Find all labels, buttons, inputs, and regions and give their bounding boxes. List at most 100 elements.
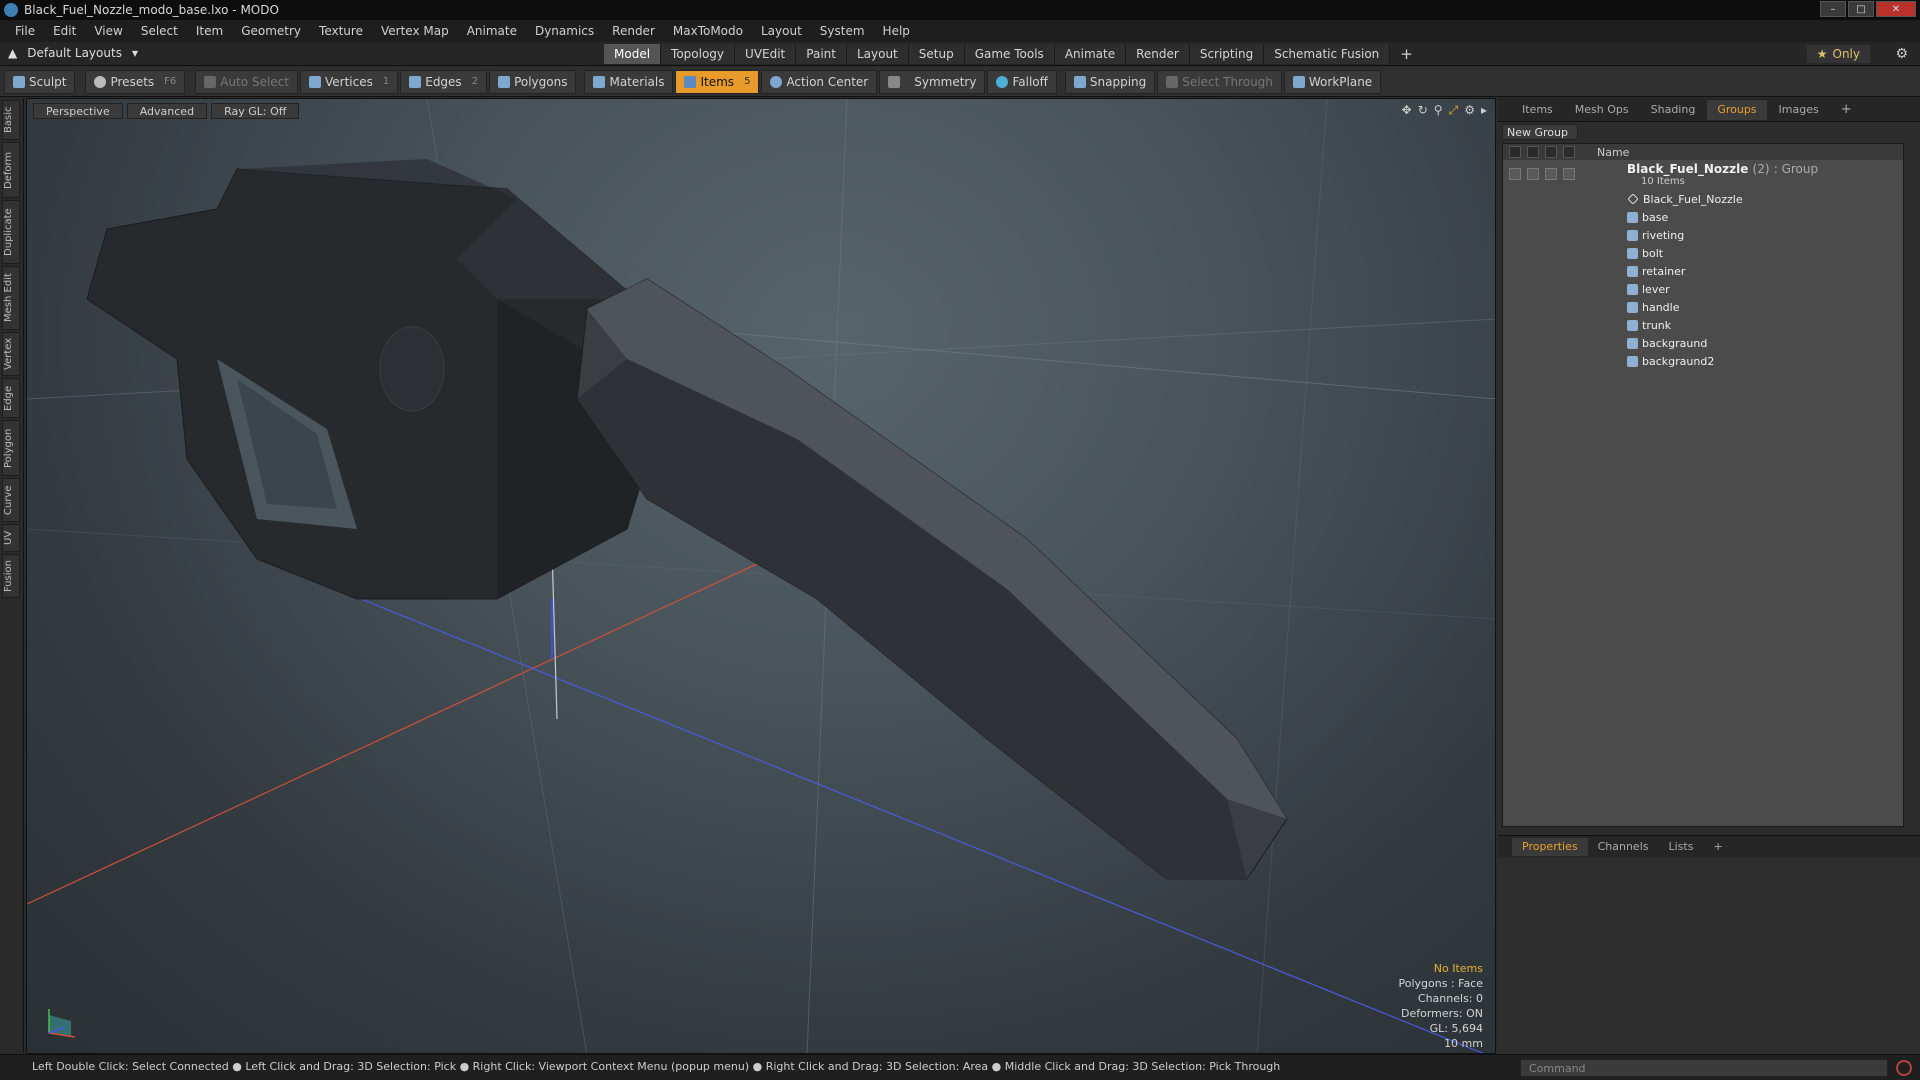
left-tab-mesh-edit[interactable]: Mesh Edit [2, 266, 20, 330]
panel-tab-items[interactable]: Items [1512, 100, 1563, 120]
select-through-button[interactable]: Select Through [1157, 69, 1282, 94]
list-item[interactable]: riveting [1503, 226, 1903, 244]
materials-button[interactable]: Materials [584, 69, 674, 94]
items-button[interactable]: Items 5 [675, 69, 760, 94]
panel-tab-groups[interactable]: Groups [1707, 99, 1767, 120]
menu-edit[interactable]: Edit [44, 24, 85, 38]
select-toggle[interactable] [1563, 168, 1575, 180]
menu-view[interactable]: View [85, 24, 131, 38]
props-tab-properties[interactable]: Properties [1512, 837, 1588, 856]
presets-button[interactable]: Presets F6 [85, 69, 186, 94]
viewport-settings-icon[interactable]: ⚙ [1464, 103, 1475, 118]
left-tab-vertex[interactable]: Vertex [2, 332, 20, 376]
menu-file[interactable]: File [6, 24, 44, 38]
tab-topology[interactable]: Topology [661, 44, 736, 64]
list-item[interactable]: bolt [1503, 244, 1903, 262]
group-row[interactable]: Black_Fuel_Nozzle (2) : Group 10 Items [1503, 160, 1903, 190]
close-button[interactable]: ✕ [1876, 1, 1916, 17]
render-toggle[interactable] [1527, 168, 1539, 180]
vertices-button[interactable]: Vertices 1 [299, 69, 399, 94]
props-tab-channels[interactable]: Channels [1588, 838, 1659, 856]
tab-setup[interactable]: Setup [908, 44, 965, 64]
tab-scripting[interactable]: Scripting [1189, 44, 1265, 64]
falloff-button[interactable]: Falloff [987, 69, 1057, 94]
left-tab-curve[interactable]: Curve [2, 478, 20, 522]
new-group-button[interactable]: New Group [1502, 124, 1578, 140]
3d-viewport[interactable]: Perspective Advanced Ray GL: Off ✥ ↻ ⚲ ⤢… [26, 98, 1496, 1054]
command-input[interactable]: Command [1520, 1059, 1888, 1077]
shading-mode-dropdown[interactable]: Advanced [126, 103, 208, 119]
menu-geometry[interactable]: Geometry [232, 24, 310, 38]
menu-vertex-map[interactable]: Vertex Map [372, 24, 458, 38]
list-item[interactable]: retainer [1503, 262, 1903, 280]
menu-dynamics[interactable]: Dynamics [526, 24, 603, 38]
menu-render[interactable]: Render [603, 24, 664, 38]
panel-tab-mesh-ops[interactable]: Mesh Ops [1565, 100, 1639, 120]
auto-select-button[interactable]: Auto Select [195, 69, 298, 94]
panel-tab-images[interactable]: Images [1769, 100, 1829, 120]
tab-schematic-fusion[interactable]: Schematic Fusion [1264, 44, 1391, 64]
select-icon[interactable] [1563, 146, 1575, 158]
left-tab-uv[interactable]: UV [2, 524, 20, 552]
add-tab-icon[interactable]: + [1390, 44, 1423, 64]
lock-toggle[interactable] [1545, 168, 1557, 180]
add-panel-tab-icon[interactable]: + [1831, 100, 1862, 120]
menu-select[interactable]: Select [132, 24, 187, 38]
list-item[interactable]: lever [1503, 280, 1903, 298]
tab-render[interactable]: Render [1126, 44, 1190, 64]
menu-item[interactable]: Item [187, 24, 232, 38]
list-item[interactable]: trunk [1503, 316, 1903, 334]
add-props-tab-icon[interactable]: + [1703, 838, 1732, 856]
move-view-icon[interactable]: ✥ [1402, 103, 1412, 118]
tab-animate[interactable]: Animate [1054, 44, 1127, 64]
raygl-toggle[interactable]: Ray GL: Off [211, 103, 300, 119]
maximize-button[interactable]: □ [1848, 1, 1874, 17]
left-tab-deform[interactable]: Deform [2, 142, 20, 198]
workplane-button[interactable]: WorkPlane [1283, 69, 1382, 94]
left-tab-polygon[interactable]: Polygon [2, 420, 20, 476]
eye-toggle[interactable] [1509, 168, 1521, 180]
list-item[interactable]: backgraund2 [1503, 352, 1903, 370]
menu-animate[interactable]: Animate [458, 24, 526, 38]
minimize-button[interactable]: – [1820, 1, 1846, 17]
list-item[interactable]: Black_Fuel_Nozzle [1503, 190, 1903, 208]
list-item[interactable]: base [1503, 208, 1903, 226]
eye-icon[interactable] [1509, 146, 1521, 158]
left-tab-fusion[interactable]: Fusion [2, 554, 20, 598]
panel-tab-shading[interactable]: Shading [1641, 100, 1706, 120]
edges-button[interactable]: Edges 2 [400, 69, 488, 94]
name-column-header[interactable]: Name [1593, 146, 1629, 159]
menu-layout[interactable]: Layout [752, 24, 811, 38]
polygons-button[interactable]: Polygons [489, 69, 577, 94]
menu-system[interactable]: System [811, 24, 874, 38]
gear-icon[interactable]: ⚙ [1895, 46, 1908, 62]
layout-selector[interactable]: ▲ Default Layouts ▾ [8, 46, 138, 60]
groups-list[interactable]: Name Black_Fuel_Nozzle (2) : Group 10 It… [1502, 143, 1904, 827]
list-item[interactable]: handle [1503, 298, 1903, 316]
tab-game-tools[interactable]: Game Tools [964, 44, 1055, 64]
left-tab-basic[interactable]: Basic [2, 100, 20, 140]
tab-uvedit[interactable]: UVEdit [735, 44, 797, 64]
viewport-menu-icon[interactable]: ▸ [1481, 103, 1487, 118]
menu-help[interactable]: Help [874, 24, 919, 38]
lock-icon[interactable] [1545, 146, 1557, 158]
sculpt-button[interactable]: Sculpt [4, 69, 76, 94]
symmetry-button[interactable]: Symmetry [879, 69, 986, 94]
tab-layout[interactable]: Layout [846, 44, 909, 64]
snapping-button[interactable]: Snapping [1064, 69, 1156, 94]
action-center-button[interactable]: Action Center [761, 69, 878, 94]
only-button[interactable]: ★ Only [1806, 45, 1870, 63]
fit-view-icon[interactable]: ⤢ [1449, 103, 1459, 118]
left-tab-edge[interactable]: Edge [2, 378, 20, 418]
menu-texture[interactable]: Texture [310, 24, 372, 38]
render-icon[interactable] [1527, 146, 1539, 158]
left-tab-duplicate[interactable]: Duplicate [2, 200, 20, 264]
list-item[interactable]: backgraund [1503, 334, 1903, 352]
rotate-view-icon[interactable]: ↻ [1418, 103, 1428, 118]
tab-paint[interactable]: Paint [796, 44, 847, 64]
view-mode-dropdown[interactable]: Perspective [33, 103, 123, 119]
record-icon[interactable] [1896, 1060, 1912, 1076]
menu-maxtomodo[interactable]: MaxToModo [664, 24, 752, 38]
tab-model[interactable]: Model [604, 44, 662, 64]
props-tab-lists[interactable]: Lists [1659, 838, 1704, 856]
